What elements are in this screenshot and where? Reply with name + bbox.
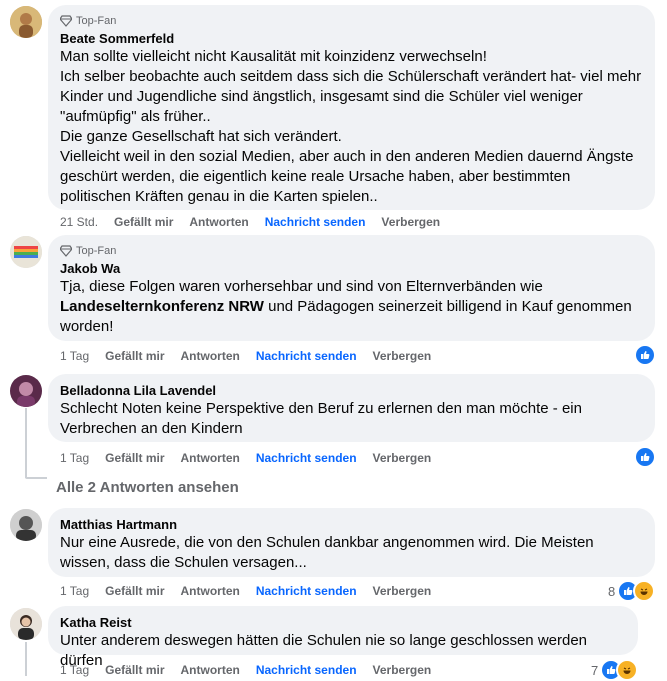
- comment-text: Schlecht Noten keine Perspektive den Ber…: [60, 400, 587, 437]
- top-fan-badge: Top-Fan: [60, 243, 643, 258]
- reactions[interactable]: 8: [608, 580, 656, 602]
- reply-button[interactable]: Antworten: [189, 215, 248, 229]
- comment-text-pre: Tja, diese Folgen waren vorhersehbar und…: [60, 278, 547, 295]
- message-button[interactable]: Nachricht senden: [265, 215, 366, 229]
- thread-line: [25, 408, 27, 478]
- comment-time[interactable]: 1 Tag: [60, 451, 89, 465]
- reaction-count: 8: [608, 583, 616, 599]
- avatar[interactable]: [10, 375, 42, 407]
- hide-button[interactable]: Verbergen: [373, 451, 432, 465]
- view-replies-link[interactable]: Alle 2 Antworten ansehen: [56, 479, 239, 496]
- comment-bubble: Top-Fan Beate Sommerfeld Man sollte viel…: [48, 5, 655, 210]
- comment-time[interactable]: 1 Tag: [60, 663, 89, 677]
- like-button[interactable]: Gefällt mir: [105, 349, 164, 363]
- reply-button[interactable]: Antworten: [181, 663, 240, 677]
- like-reaction-icon: [634, 446, 656, 468]
- hide-button[interactable]: Verbergen: [381, 215, 440, 229]
- comment-text: Tja, diese Folgen waren vorhersehbar und…: [60, 277, 643, 337]
- like-button[interactable]: Gefällt mir: [105, 663, 164, 677]
- badge-label: Top-Fan: [76, 244, 117, 257]
- reaction-count: 7: [591, 662, 599, 678]
- avatar[interactable]: [10, 608, 42, 640]
- comment-text: Man sollte vielleicht nicht Kausalität m…: [60, 48, 642, 205]
- comment-time[interactable]: 1 Tag: [60, 349, 89, 363]
- badge-label: Top-Fan: [76, 14, 117, 27]
- reply-button[interactable]: Antworten: [181, 349, 240, 363]
- comment-actions: 1 Tag Gefällt mir Antworten Nachricht se…: [60, 450, 447, 466]
- comment-author[interactable]: Matthias Hartmann: [60, 516, 643, 533]
- avatar[interactable]: [10, 509, 42, 541]
- message-button[interactable]: Nachricht senden: [256, 584, 357, 598]
- comment-bubble: Belladonna Lila Lavendel Schlecht Noten …: [48, 374, 655, 442]
- like-button[interactable]: Gefällt mir: [105, 451, 164, 465]
- diamond-icon: [60, 14, 72, 27]
- haha-reaction-icon: [616, 659, 639, 681]
- thread-connector: [25, 477, 47, 479]
- comment-actions: 21 Std. Gefällt mir Antworten Nachricht …: [60, 214, 456, 230]
- comment-actions: 1 Tag Gefällt mir Antworten Nachricht se…: [60, 583, 447, 599]
- comment-bubble: Katha Reist Unter anderem deswegen hätte…: [48, 606, 638, 669]
- comment-bubble: Matthias Hartmann Nur eine Ausrede, die …: [48, 508, 655, 577]
- haha-reaction-icon: [633, 580, 656, 602]
- comment-actions: 1 Tag Gefällt mir Antworten Nachricht se…: [60, 348, 447, 364]
- comment-author[interactable]: Beate Sommerfeld: [60, 30, 643, 47]
- avatar[interactable]: [10, 236, 42, 268]
- comment-author[interactable]: Belladonna Lila Lavendel: [60, 382, 643, 399]
- like-button[interactable]: Gefällt mir: [105, 584, 164, 598]
- comment-author[interactable]: Katha Reist: [60, 614, 626, 631]
- reply-button[interactable]: Antworten: [181, 584, 240, 598]
- comment-bubble: Top-Fan Jakob Wa Tja, diese Folgen waren…: [48, 235, 655, 341]
- comment-time[interactable]: 1 Tag: [60, 584, 89, 598]
- reply-button[interactable]: Antworten: [181, 451, 240, 465]
- comment-author[interactable]: Jakob Wa: [60, 260, 643, 277]
- hide-button[interactable]: Verbergen: [373, 584, 432, 598]
- reactions[interactable]: 7: [591, 659, 639, 681]
- thread-line: [25, 642, 27, 676]
- mention-link[interactable]: Landeselternkonferenz NRW: [60, 298, 264, 315]
- avatar[interactable]: [10, 6, 42, 38]
- reactions[interactable]: [634, 446, 656, 468]
- like-button[interactable]: Gefällt mir: [114, 215, 173, 229]
- comment-time[interactable]: 21 Std.: [60, 215, 98, 229]
- hide-button[interactable]: Verbergen: [373, 349, 432, 363]
- hide-button[interactable]: Verbergen: [373, 663, 432, 677]
- message-button[interactable]: Nachricht senden: [256, 451, 357, 465]
- comment-text: Nur eine Ausrede, die von den Schulen da…: [60, 534, 598, 571]
- message-button[interactable]: Nachricht senden: [256, 663, 357, 677]
- like-reaction-icon: [634, 344, 656, 366]
- diamond-icon: [60, 244, 72, 257]
- message-button[interactable]: Nachricht senden: [256, 349, 357, 363]
- reactions[interactable]: [634, 344, 656, 366]
- top-fan-badge: Top-Fan: [60, 13, 643, 28]
